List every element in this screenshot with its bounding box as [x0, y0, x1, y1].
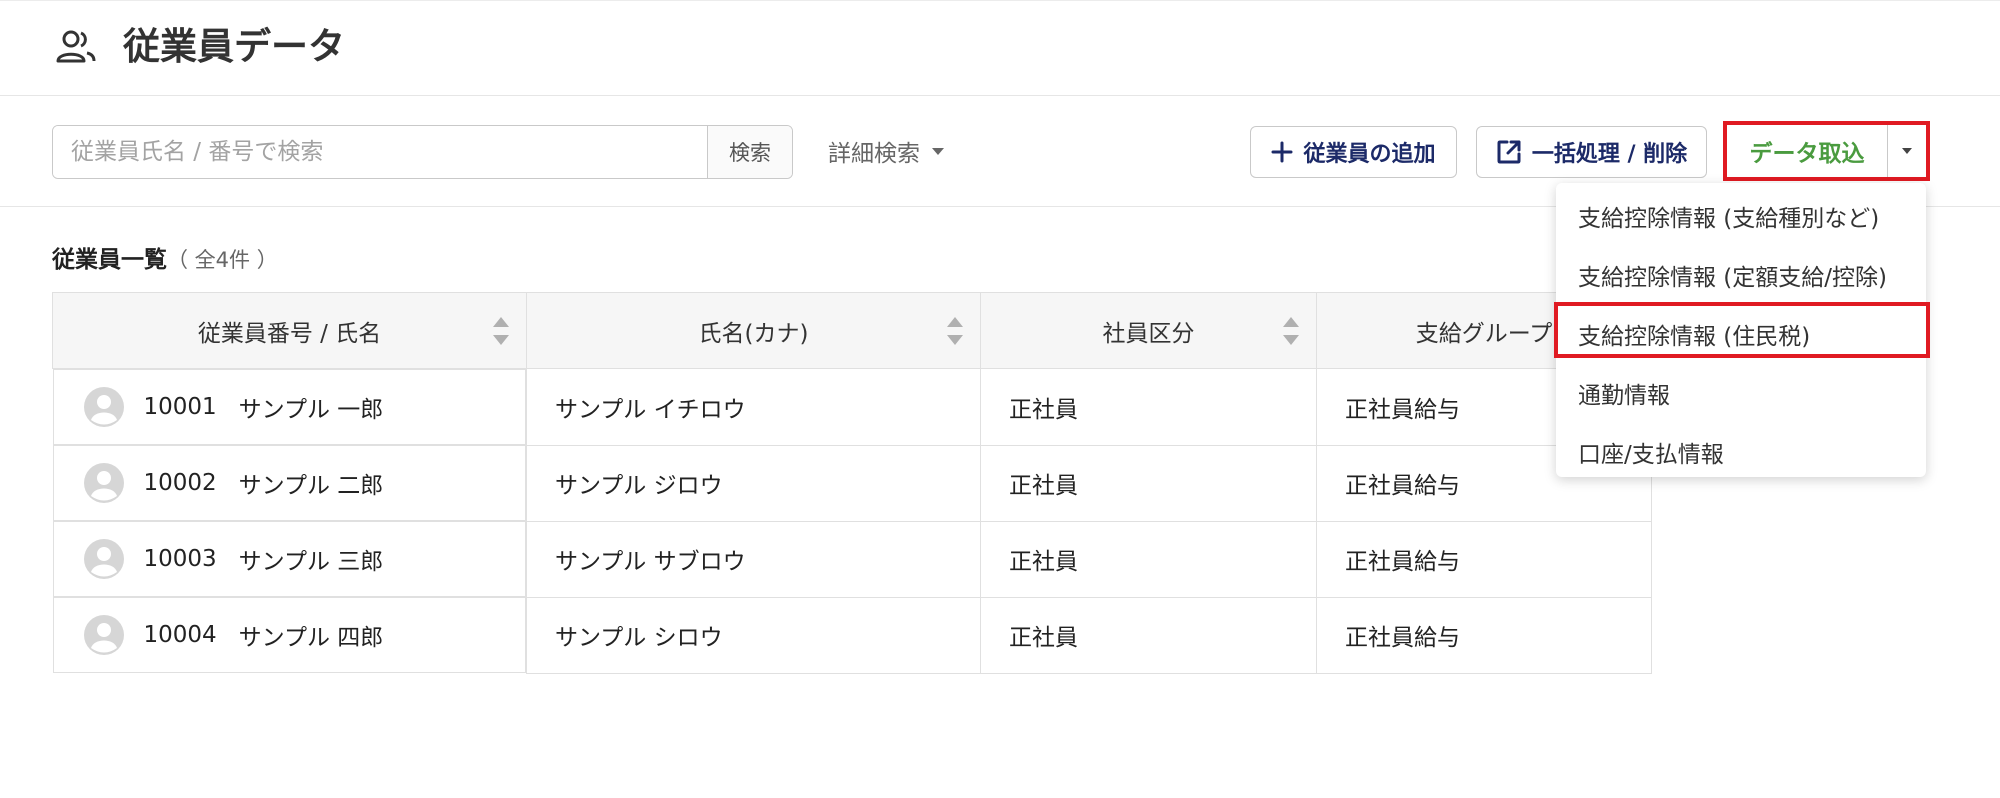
add-employee-button[interactable]: 従業員の追加: [1250, 126, 1457, 178]
employee-name: サンプル 一郎: [238, 397, 384, 423]
advanced-search-label: 詳細検索: [828, 141, 920, 167]
column-label: 支給グループ: [1415, 320, 1553, 347]
menu-item-resident-tax[interactable]: 支給控除情報 (住民税): [1556, 306, 1926, 362]
data-import-button[interactable]: データ取込: [1727, 125, 1888, 177]
employee-id-cell[interactable]: 10003 サンプル 三郎: [52, 521, 526, 597]
list-count: （ 全4件 ）: [167, 248, 278, 272]
data-import-split-button: データ取込: [1723, 121, 1930, 181]
employee-number: 10001: [143, 394, 217, 420]
employee-number: 10004: [143, 622, 217, 648]
avatar-icon: [83, 539, 124, 579]
column-header-number-name[interactable]: 従業員番号 / 氏名: [52, 292, 527, 369]
table-row[interactable]: 10004 サンプル 四郎 サンプル シロウ 正社員 正社員給与: [52, 596, 1652, 674]
table-row[interactable]: 10003 サンプル 三郎 サンプル サブロウ 正社員 正社員給与: [52, 520, 1652, 598]
employee-name: サンプル 三郎: [238, 549, 384, 575]
caret-down-icon: [1902, 148, 1912, 154]
employee-kana: サンプル イチロウ: [526, 368, 981, 446]
column-label: 従業員番号 / 氏名: [197, 320, 382, 347]
search-button[interactable]: 検索: [707, 126, 792, 178]
table-header-row: 従業員番号 / 氏名 氏名(カナ) 社員区分 支給グループ: [52, 292, 1652, 369]
page-title: 従業員データ: [123, 25, 345, 68]
add-employee-label: 従業員の追加: [1303, 142, 1436, 167]
avatar-icon: [83, 387, 124, 427]
employee-name: サンプル 四郎: [238, 625, 384, 651]
employee-type: 正社員: [980, 596, 1317, 674]
search-input[interactable]: [53, 126, 707, 178]
data-import-menu: 支給控除情報 (支給種別など) 支給控除情報 (定額支給/控除) 支給控除情報 …: [1556, 183, 1926, 477]
employee-number: 10002: [143, 470, 217, 496]
avatar-icon: [83, 463, 124, 503]
table-row[interactable]: 10002 サンプル 二郎 サンプル ジロウ 正社員 正社員給与: [52, 444, 1652, 522]
column-label: 社員区分: [1102, 320, 1195, 347]
sort-icon: [947, 317, 963, 345]
employee-kana: サンプル シロウ: [526, 596, 981, 674]
menu-item-fixed-pay-deduction[interactable]: 支給控除情報 (定額支給/控除): [1556, 247, 1926, 303]
column-header-kana[interactable]: 氏名(カナ): [526, 292, 981, 369]
employee-type: 正社員: [980, 520, 1317, 598]
employee-number: 10003: [143, 546, 217, 572]
employee-type: 正社員: [980, 444, 1317, 522]
page-header: 従業員データ: [0, 0, 2000, 96]
list-title: 従業員一覧: [52, 247, 167, 273]
bulk-process-button[interactable]: 一括処理 / 削除: [1476, 126, 1707, 178]
menu-item-commute-info[interactable]: 通勤情報: [1556, 365, 1926, 421]
employee-id-cell[interactable]: 10002 サンプル 二郎: [52, 445, 526, 521]
caret-down-icon: [932, 147, 944, 155]
pay-group: 正社員給与: [1316, 520, 1652, 598]
employee-table: 従業員番号 / 氏名 氏名(カナ) 社員区分 支給グループ 10001 サンプル…: [52, 292, 1652, 674]
employee-name: サンプル 二郎: [238, 473, 384, 499]
table-row[interactable]: 10001 サンプル 一郎 サンプル イチロウ 正社員 正社員給与: [52, 368, 1652, 446]
employee-kana: サンプル ジロウ: [526, 444, 981, 522]
employee-id-cell[interactable]: 10001 サンプル 一郎: [52, 369, 526, 445]
list-heading: 従業員一覧（ 全4件 ）: [52, 240, 278, 274]
avatar-icon: [83, 615, 124, 655]
employee-type: 正社員: [980, 368, 1317, 446]
employee-id-cell[interactable]: 10004 サンプル 四郎: [52, 597, 526, 673]
bulk-process-label: 一括処理 / 削除: [1531, 142, 1688, 167]
sort-icon: [1283, 317, 1299, 345]
search-box: 検索: [52, 125, 793, 179]
pay-group: 正社員給与: [1316, 596, 1652, 674]
advanced-search-toggle[interactable]: 詳細検索: [828, 134, 944, 168]
external-link-icon: [1497, 140, 1521, 164]
column-label: 氏名(カナ): [698, 320, 809, 347]
employee-kana: サンプル サブロウ: [526, 520, 981, 598]
data-import-dropdown-toggle[interactable]: [1888, 125, 1926, 177]
column-header-employee-type[interactable]: 社員区分: [980, 292, 1317, 369]
menu-item-pay-deduction-types[interactable]: 支給控除情報 (支給種別など): [1556, 188, 1926, 244]
plus-icon: [1271, 141, 1293, 163]
sort-icon: [493, 317, 509, 345]
menu-item-bank-payment-info[interactable]: 口座/支払情報: [1556, 424, 1926, 480]
people-icon: [56, 30, 96, 63]
